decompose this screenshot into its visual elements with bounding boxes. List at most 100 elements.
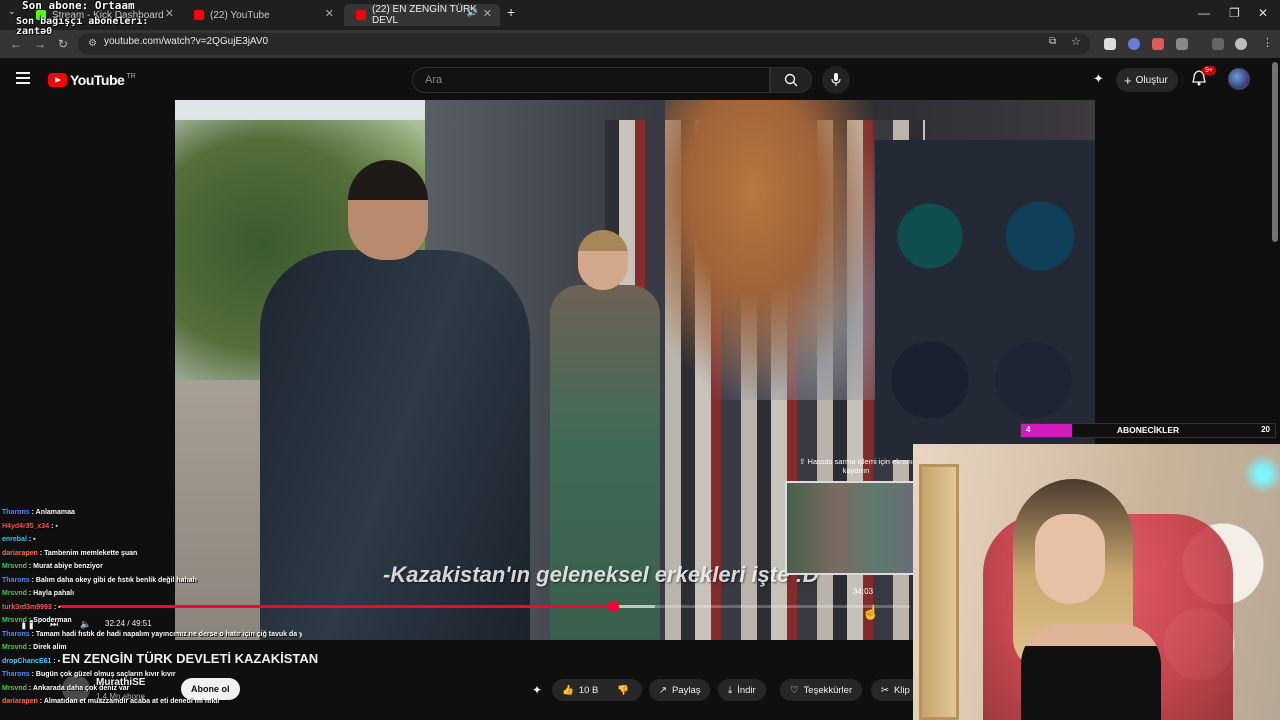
speaker-icon[interactable]: 🔊: [467, 7, 478, 18]
download-label: İndir: [737, 684, 756, 696]
tab-video-active[interactable]: (22) EN ZENGİN TÜRK DEVL 🔊 ✕: [344, 4, 500, 26]
youtube-play-icon: [48, 73, 67, 87]
download-button[interactable]: ⤓ İndir: [718, 679, 766, 701]
youtube-header: YouTube TR ✦ + Oluştur 9+: [0, 58, 1280, 100]
chat-message: dariarapen: Almatıdan et muazzamdır acab…: [2, 695, 302, 709]
forward-icon[interactable]: →: [34, 37, 46, 51]
donor-name-text: zantə0: [16, 26, 53, 37]
like-dislike-group: 👍 10 B 👎: [552, 679, 642, 701]
search-box: [412, 67, 770, 93]
close-window-icon[interactable]: ✕: [1258, 6, 1268, 20]
chat-username[interactable]: Mrsvnd: [2, 563, 27, 570]
chat-username[interactable]: Mrsvnd: [2, 644, 27, 651]
minimize-icon[interactable]: —: [1198, 6, 1210, 20]
close-tab-icon[interactable]: ✕: [483, 7, 492, 20]
chat-message: Mrsvnd: Murat abiye benziyor: [2, 560, 302, 574]
chat-username[interactable]: enrebal: [2, 536, 27, 543]
webcam-lights: [1233, 444, 1280, 504]
like-icon[interactable]: 👍: [562, 685, 574, 696]
chat-text: : Tambenim memlekette şuan: [39, 549, 138, 557]
back-icon[interactable]: ←: [10, 37, 22, 51]
hamburger-menu-icon[interactable]: [16, 72, 30, 84]
goal-label: ABONECİKLER: [1116, 425, 1180, 435]
new-tab-button[interactable]: +: [507, 4, 515, 20]
profile-icon[interactable]: [1235, 38, 1247, 50]
voice-search-button[interactable]: [822, 66, 850, 94]
webcam-door: [919, 464, 959, 720]
bookmark-star-icon[interactable]: ☆: [1071, 35, 1081, 48]
youtube-logo[interactable]: YouTube TR: [48, 72, 136, 88]
chat-username[interactable]: Tharons: [2, 631, 30, 638]
streamer-webcam: [913, 444, 1280, 720]
progress-buffered: [612, 605, 655, 608]
reading-list-icon[interactable]: [1212, 38, 1224, 50]
account-avatar[interactable]: [1228, 68, 1250, 90]
install-app-icon[interactable]: ⧉: [1049, 36, 1056, 47]
tab-title: (22) EN ZENGİN TÜRK DEVL: [372, 4, 477, 26]
chat-username[interactable]: dariarapen: [2, 698, 38, 705]
chat-text: : Balım daha okey gibi de fıstık benlik …: [31, 576, 197, 584]
chat-username[interactable]: Mrsvnd: [2, 685, 27, 692]
create-label: Oluştur: [1135, 74, 1168, 86]
extensions-puzzle-icon[interactable]: [1176, 38, 1188, 50]
stream-chat-overlay: Tharons: Anlamamaa H4yd4r35_x34: ▪ enrebal…: [2, 506, 302, 709]
share-icon: ↗: [659, 684, 667, 696]
tab-youtube[interactable]: (22) YouTube ✕: [182, 4, 342, 26]
page-scrollbar[interactable]: [1272, 62, 1278, 242]
screen: ⌄ Stream - Kick Dashboard ✕ (22) YouTube…: [0, 0, 1280, 720]
chat-username[interactable]: dariarapen: [2, 550, 38, 557]
chat-username[interactable]: Tharons: [2, 509, 30, 516]
mouse-cursor-icon: ☝: [862, 604, 880, 620]
stream-overlay-text: Son abone: Ortaam Son bağışçı aboneleri:…: [16, 0, 148, 37]
extension-icon[interactable]: [1128, 38, 1140, 50]
chat-username[interactable]: Tharons: [2, 577, 30, 584]
chat-username[interactable]: Mrsvnd: [2, 590, 27, 597]
extension-icon[interactable]: [1104, 38, 1116, 50]
search-input[interactable]: [413, 68, 769, 92]
extension-icon[interactable]: [1152, 38, 1164, 50]
progress-scrubber-handle[interactable]: [607, 601, 619, 612]
chat-message: Tharons: Anlamamaa: [2, 506, 302, 520]
webcam-streamer-body: [1021, 624, 1161, 720]
clip-icon: ✂: [881, 684, 889, 696]
thanks-button[interactable]: ♡ Teşekkürler: [780, 679, 863, 701]
youtube-favicon-icon: [194, 10, 204, 20]
browser-tab-strip: ⌄ Stream - Kick Dashboard ✕ (22) YouTube…: [0, 0, 1280, 30]
reload-icon[interactable]: ↻: [58, 37, 68, 51]
chat-username[interactable]: dropChancE61: [2, 658, 51, 665]
browser-menu-icon[interactable]: ⋮: [1262, 36, 1273, 49]
chat-message: turk3rd3m9993: ▪: [2, 601, 302, 615]
maximize-icon[interactable]: ❐: [1229, 6, 1240, 20]
close-tab-icon[interactable]: ✕: [325, 7, 334, 20]
ai-summary-icon[interactable]: ✦: [532, 683, 542, 697]
create-button[interactable]: + Oluştur: [1116, 68, 1178, 92]
search-button[interactable]: [770, 67, 812, 93]
chat-message: Mrsvnd: Spoderman: [2, 614, 302, 628]
chat-username[interactable]: Tharons: [2, 671, 30, 678]
share-button[interactable]: ↗ Paylaş: [649, 679, 711, 701]
country-code: TR: [126, 72, 136, 80]
seek-hint-text: ⇧ Hassas sarma işlemi için ekranı kaydır…: [799, 457, 913, 475]
dislike-icon[interactable]: 👎: [617, 685, 629, 696]
chat-text: : Direk alim: [28, 644, 67, 651]
tab-title: (22) YouTube: [210, 9, 270, 21]
chat-message: Mrsvnd: Ankarada daha çok deniz var: [2, 682, 302, 696]
seek-preview-thumbnail: [785, 481, 915, 575]
chat-message: Tharons: Bugün çok güzel olmuş saçların …: [2, 668, 302, 682]
chat-username[interactable]: Mrsvnd: [2, 617, 27, 624]
chat-text: : ▪: [53, 603, 61, 611]
youtube-favicon-icon: [356, 10, 366, 20]
plus-icon: +: [1124, 72, 1132, 88]
webcam-streamer-face: [1035, 514, 1105, 604]
close-tab-icon[interactable]: ✕: [165, 7, 174, 20]
chat-text: : ▪: [51, 522, 58, 530]
create-studio-icon[interactable]: ✦: [1093, 71, 1104, 87]
like-count[interactable]: 10 B: [579, 685, 599, 696]
chat-text: : Hayla pahalı: [28, 590, 75, 597]
tab-search-icon[interactable]: ⌄: [8, 6, 16, 17]
chat-username[interactable]: turk3rd3m9993: [2, 604, 52, 611]
chat-text: : Bugün çok güzel olmuş saçların kıvır k…: [31, 671, 176, 678]
chat-username[interactable]: H4yd4r35_x34: [2, 523, 49, 530]
url-text[interactable]: youtube.com/watch?v=2QGujE3jAV0: [104, 36, 268, 47]
site-info-icon[interactable]: ⚙: [88, 38, 97, 49]
